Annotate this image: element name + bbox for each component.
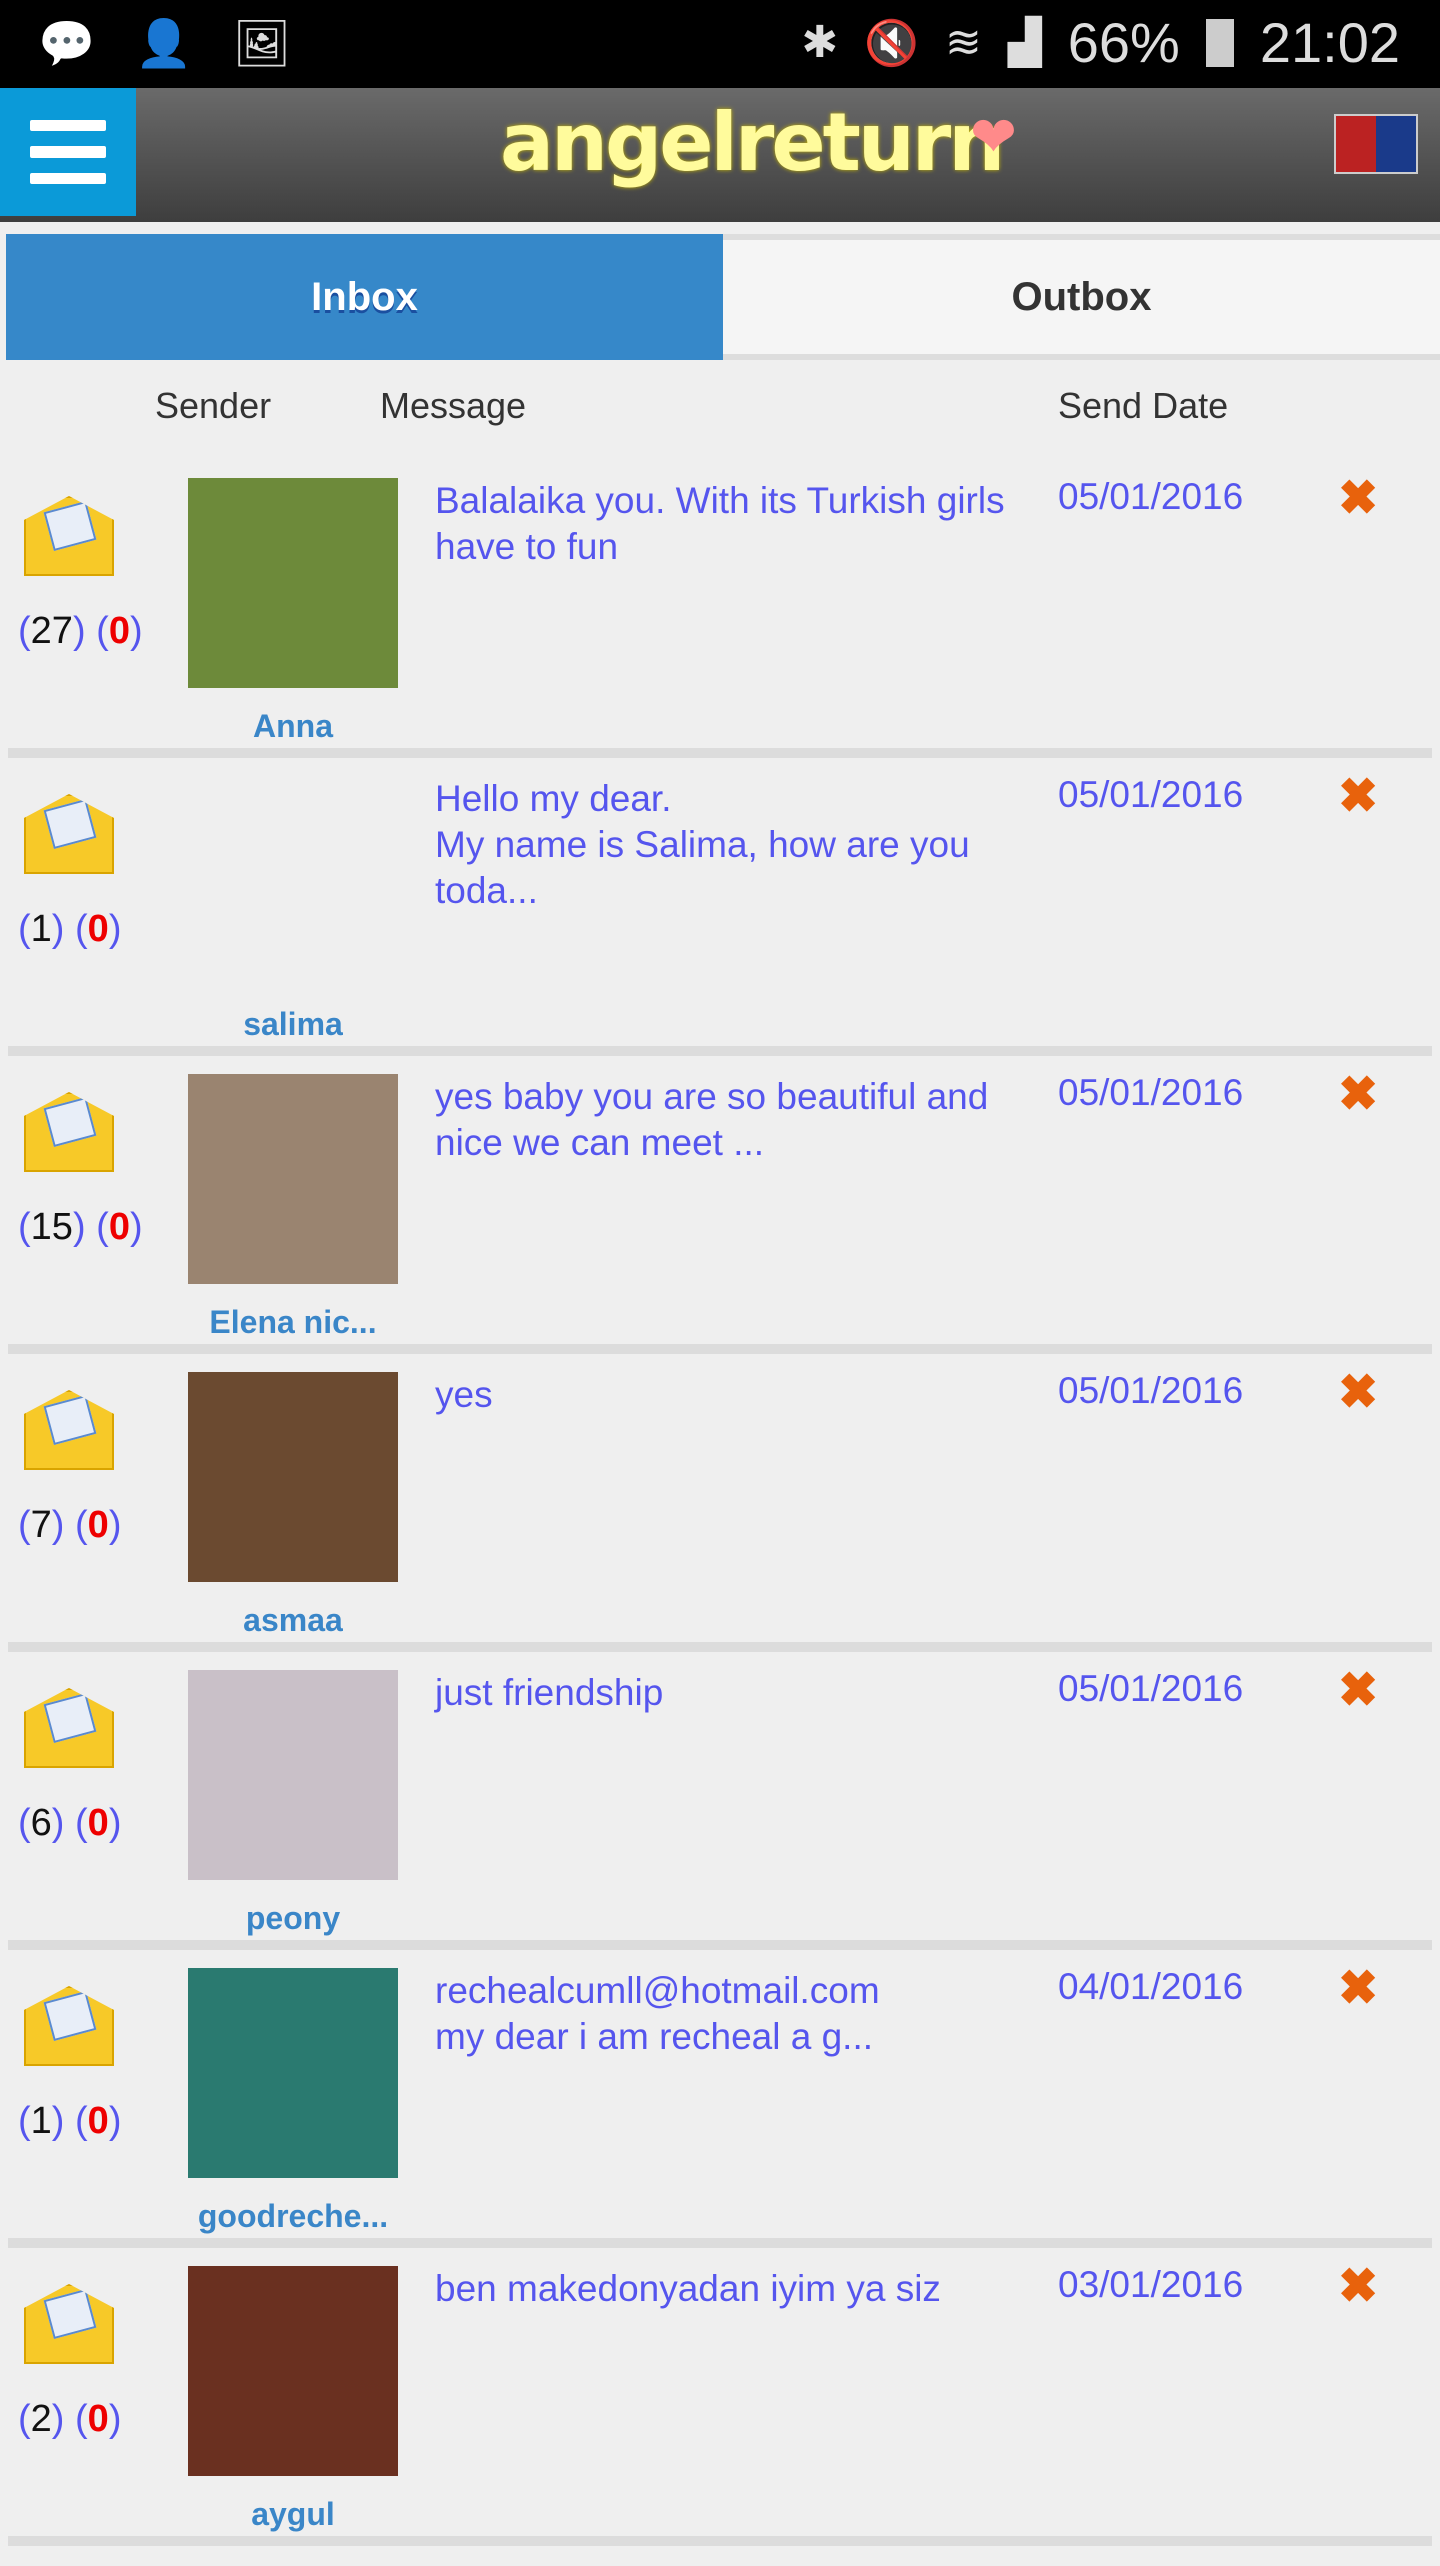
delete-icon[interactable]: ✖ bbox=[1338, 1960, 1378, 2016]
message-counts: (2) (0) bbox=[18, 2398, 122, 2440]
message-preview[interactable]: rechealcumll@hotmail.com my dear i am re… bbox=[435, 1968, 1055, 2060]
app-header: angelreturn ❤ bbox=[0, 88, 1440, 222]
message-row[interactable]: (6) (0) peony just friendship 05/01/2016… bbox=[8, 1642, 1432, 1940]
divider bbox=[8, 2536, 1432, 2566]
total-count: 7 bbox=[30, 1504, 52, 1546]
send-date: 05/01/2016 bbox=[1058, 774, 1244, 815]
total-count: 27 bbox=[30, 610, 73, 652]
send-date: 05/01/2016 bbox=[1058, 1370, 1244, 1411]
envelope-icon[interactable] bbox=[24, 1986, 114, 2066]
battery-percent: 66% bbox=[1067, 11, 1180, 74]
sender-name[interactable]: Elena nic... bbox=[168, 1304, 418, 1341]
message-preview[interactable]: Hello my dear. My name is Salima, how ar… bbox=[435, 776, 1055, 914]
sender-avatar[interactable] bbox=[188, 1372, 398, 1582]
unread-count: 0 bbox=[87, 2398, 109, 2440]
clock: 21:02 bbox=[1259, 11, 1400, 74]
sender-name[interactable]: goodreche... bbox=[168, 2198, 418, 2235]
sender-avatar[interactable] bbox=[188, 2266, 398, 2476]
battery-icon bbox=[1205, 18, 1234, 67]
signal-icon: ▟ bbox=[1007, 18, 1042, 67]
chat-notification-icon: 💬 bbox=[38, 17, 96, 69]
column-header-message: Message bbox=[380, 385, 527, 426]
status-bar: 💬 👤 🖼 ✱ 🔇 ≋ ▟ 66% 21:02 bbox=[0, 0, 1440, 88]
unread-count: 0 bbox=[108, 1206, 130, 1248]
message-preview[interactable]: ben makedonyadan iyim ya siz bbox=[435, 2266, 1055, 2312]
unread-count: 0 bbox=[87, 1504, 109, 1546]
wifi-icon: ≋ bbox=[945, 18, 982, 67]
bluetooth-icon: ✱ bbox=[801, 18, 839, 67]
send-date: 05/01/2016 bbox=[1058, 1072, 1244, 1113]
person-notification-icon: 👤 bbox=[135, 17, 193, 69]
heart-icon: ❤ bbox=[970, 105, 1017, 168]
message-row[interactable]: (27) (0) Anna Balalaika you. With its Tu… bbox=[8, 460, 1432, 758]
envelope-icon[interactable] bbox=[24, 1688, 114, 1768]
unread-count: 0 bbox=[87, 908, 109, 950]
tab-outbox[interactable]: Outbox bbox=[723, 234, 1440, 360]
sender-name[interactable]: aygul bbox=[168, 2496, 418, 2533]
send-date: 03/01/2016 bbox=[1058, 2264, 1244, 2305]
send-date: 05/01/2016 bbox=[1058, 1668, 1244, 1709]
language-flag-icon[interactable] bbox=[1334, 114, 1418, 174]
message-row[interactable]: (1) (0) salima Hello my dear. My name is… bbox=[8, 748, 1432, 1046]
sender-avatar[interactable] bbox=[188, 776, 398, 986]
message-preview[interactable]: yes baby you are so beautiful and nice w… bbox=[435, 1074, 1055, 1166]
unread-count: 0 bbox=[87, 2100, 109, 2142]
send-date: 05/01/2016 bbox=[1058, 476, 1244, 517]
menu-button[interactable] bbox=[0, 88, 136, 216]
total-count: 1 bbox=[30, 2100, 52, 2142]
message-counts: (15) (0) bbox=[18, 1206, 143, 1248]
delete-icon[interactable]: ✖ bbox=[1338, 1662, 1378, 1718]
message-preview[interactable]: yes bbox=[435, 1372, 1055, 1418]
message-preview[interactable]: Balalaika you. With its Turkish girls ha… bbox=[435, 478, 1055, 570]
total-count: 15 bbox=[30, 1206, 73, 1248]
sender-name[interactable]: asmaa bbox=[168, 1602, 418, 1639]
hamburger-icon bbox=[30, 120, 106, 132]
unread-count: 0 bbox=[108, 610, 130, 652]
delete-icon[interactable]: ✖ bbox=[1338, 2258, 1378, 2314]
envelope-icon[interactable] bbox=[24, 1092, 114, 1172]
message-row[interactable]: (15) (0) Elena nic... yes baby you are s… bbox=[8, 1046, 1432, 1344]
image-notification-icon: 🖼 bbox=[232, 17, 291, 69]
message-preview[interactable]: just friendship bbox=[435, 1670, 1055, 1716]
total-count: 6 bbox=[30, 1802, 52, 1844]
message-counts: (7) (0) bbox=[18, 1504, 122, 1546]
delete-icon[interactable]: ✖ bbox=[1338, 768, 1378, 824]
message-counts: (1) (0) bbox=[18, 908, 122, 950]
message-row[interactable]: (1) (0) goodreche... rechealcumll@hotmai… bbox=[8, 1940, 1432, 2238]
send-date: 04/01/2016 bbox=[1058, 1966, 1244, 2007]
delete-icon[interactable]: ✖ bbox=[1338, 470, 1378, 526]
envelope-icon[interactable] bbox=[24, 496, 114, 576]
column-header-date: Send Date bbox=[1058, 385, 1229, 426]
total-count: 1 bbox=[30, 908, 52, 950]
message-counts: (6) (0) bbox=[18, 1802, 122, 1844]
message-counts: (1) (0) bbox=[18, 2100, 122, 2142]
app-logo[interactable]: angelreturn bbox=[500, 96, 1005, 189]
message-row[interactable]: (7) (0) asmaa yes 05/01/2016 ✖ bbox=[8, 1344, 1432, 1642]
column-header-sender: Sender bbox=[155, 385, 272, 426]
sender-avatar[interactable] bbox=[188, 1968, 398, 2178]
message-counts: (27) (0) bbox=[18, 610, 143, 652]
delete-icon[interactable]: ✖ bbox=[1338, 1364, 1378, 1420]
envelope-icon[interactable] bbox=[24, 794, 114, 874]
mute-icon: 🔇 bbox=[864, 18, 920, 68]
sender-avatar[interactable] bbox=[188, 478, 398, 688]
mailbox-tabs: Inbox Outbox bbox=[6, 234, 1440, 360]
total-count: 2 bbox=[30, 2398, 52, 2440]
sender-avatar[interactable] bbox=[188, 1074, 398, 1284]
unread-count: 0 bbox=[87, 1802, 109, 1844]
delete-icon[interactable]: ✖ bbox=[1338, 1066, 1378, 1122]
sender-avatar[interactable] bbox=[188, 1670, 398, 1880]
sender-name[interactable]: salima bbox=[168, 1006, 418, 1043]
sender-name[interactable]: peony bbox=[168, 1900, 418, 1937]
sender-name[interactable]: Anna bbox=[168, 708, 418, 745]
envelope-icon[interactable] bbox=[24, 1390, 114, 1470]
tab-inbox[interactable]: Inbox bbox=[6, 234, 723, 360]
envelope-icon[interactable] bbox=[24, 2284, 114, 2364]
message-row[interactable]: (2) (0) aygul ben makedonyadan iyim ya s… bbox=[8, 2238, 1432, 2536]
